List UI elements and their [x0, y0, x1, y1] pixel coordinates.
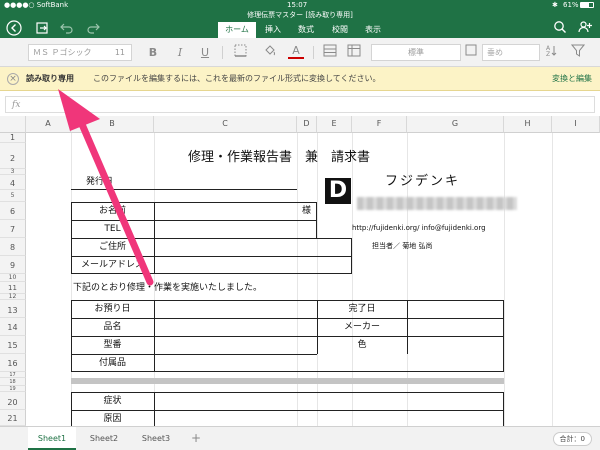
arrow-head: [58, 89, 100, 131]
sheet-tab-3[interactable]: Sheet3: [132, 427, 180, 450]
sheet-tab-2[interactable]: Sheet2: [80, 427, 128, 450]
arrow-shaft: [74, 111, 154, 286]
sheet-tab-bar: Sheet1 Sheet2 Sheet3 + 合計：0: [0, 426, 600, 450]
sheet-tab-1[interactable]: Sheet1: [28, 427, 76, 450]
sum-display[interactable]: 合計：0: [552, 432, 592, 446]
annotation-arrow: [58, 89, 154, 286]
add-sheet-button[interactable]: +: [186, 427, 206, 450]
